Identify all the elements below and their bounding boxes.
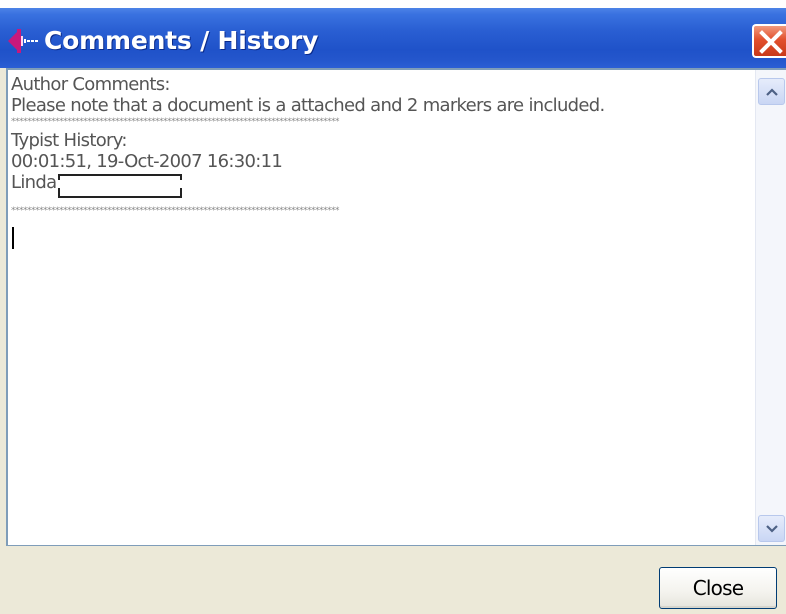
title-bar[interactable]: Comments / History [0,0,786,68]
close-icon[interactable] [752,24,786,58]
typist-name: Linda [11,172,57,193]
redacted-box [58,172,183,198]
typist-history-entry: 00:01:51, 19-Oct-2007 16:30:11 [11,151,283,172]
typist-history-heading: Typist History: [11,130,127,151]
text-caret [12,227,14,249]
scroll-up-button[interactable] [758,78,785,105]
scroll-down-button[interactable] [758,515,785,542]
comments-content: Author Comments: Please note that a docu… [11,74,751,249]
close-button[interactable]: Close [659,567,777,609]
audio-waveform-icon [6,26,40,56]
typist-name-row: Linda [11,172,751,198]
comments-history-dialog: Comments / History Author Comments: Plea… [0,0,786,614]
vertical-scrollbar[interactable] [755,70,786,545]
author-comments-text: Please note that a document is a attache… [11,95,605,116]
window-title: Comments / History [44,26,319,55]
comments-textarea[interactable]: Author Comments: Please note that a docu… [6,68,786,546]
author-comments-heading: Author Comments: [11,74,170,95]
separator-line: ****************************************… [11,117,340,127]
separator-line: ****************************************… [11,206,340,216]
